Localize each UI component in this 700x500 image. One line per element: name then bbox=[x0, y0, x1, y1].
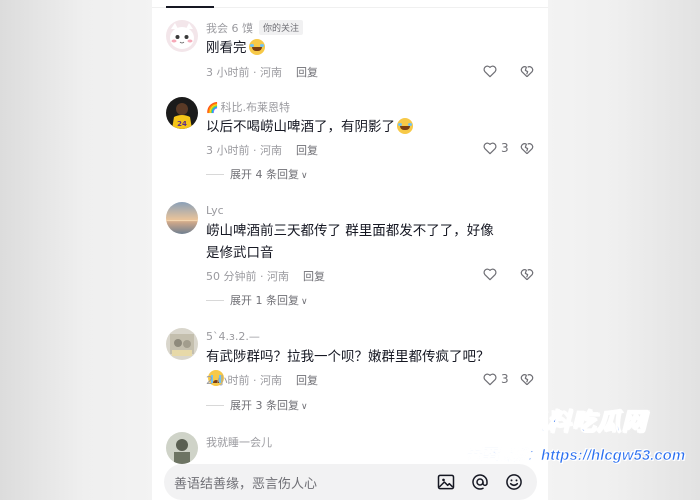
mention-icon[interactable] bbox=[469, 471, 491, 493]
follow-badge: 你的关注 bbox=[259, 20, 304, 35]
like-count: 3 bbox=[501, 141, 509, 155]
username[interactable]: 我就睡一会儿 bbox=[206, 434, 272, 450]
dislike-button[interactable] bbox=[519, 140, 535, 160]
username[interactable]: 我会 6 馍你的关注 bbox=[206, 20, 304, 36]
like-button[interactable] bbox=[482, 266, 498, 282]
dislike-button[interactable] bbox=[519, 371, 535, 391]
chevron-down-icon: ∨ bbox=[301, 171, 308, 181]
expand-replies-label[interactable]: 展开 3 条回复 bbox=[230, 399, 299, 412]
expand-replies-label[interactable]: 展开 1 条回复 bbox=[230, 294, 299, 307]
comment-meta: 3 小时前 · 河南 回复 bbox=[206, 64, 318, 80]
heart-icon bbox=[483, 65, 497, 78]
tab-indicator bbox=[166, 6, 214, 8]
username[interactable]: 🌈 科比.布莱恩特 bbox=[206, 99, 290, 115]
dislike-button[interactable] bbox=[519, 63, 535, 83]
comment-text-content: 崂山啤酒前三天都传了 群里面都发不了了，好像是修武口音 bbox=[206, 223, 494, 261]
expand-line bbox=[206, 174, 224, 175]
heart-icon bbox=[483, 142, 497, 155]
username[interactable]: Lyc bbox=[206, 204, 224, 217]
comment-text-content: 刚看完 bbox=[206, 40, 247, 56]
time-location: 50 分钟前 · 河南 bbox=[206, 270, 289, 283]
comment-text: 崂山啤酒前三天都传了 群里面都发不了了，好像是修武口音 bbox=[206, 220, 506, 264]
comment-meta: 2 小时前 · 河南 回复 bbox=[206, 372, 318, 388]
dislike-button[interactable] bbox=[519, 266, 535, 286]
avatar[interactable] bbox=[166, 20, 198, 52]
broken-heart-icon bbox=[520, 66, 534, 78]
image-icon[interactable] bbox=[435, 471, 457, 493]
avatar[interactable] bbox=[166, 202, 198, 234]
laugh-cry-emoji-icon bbox=[248, 39, 265, 55]
expand-line bbox=[206, 405, 224, 406]
time-location: 3 小时前 · 河南 bbox=[206, 66, 282, 79]
expand-line bbox=[206, 300, 224, 301]
expand-replies-button[interactable]: 展开 3 条回复 ∨ bbox=[206, 397, 308, 413]
username-text[interactable]: Lyc bbox=[206, 204, 224, 217]
username-text[interactable]: 我会 6 馍 bbox=[206, 22, 253, 35]
avatar[interactable] bbox=[166, 432, 198, 464]
comment-input-bar[interactable]: 善语结善缘，恶言伤人心 bbox=[164, 464, 537, 500]
laugh-cry-emoji-icon bbox=[397, 118, 413, 134]
emoji-icon[interactable] bbox=[503, 471, 525, 493]
broken-heart-icon bbox=[520, 374, 534, 386]
comment-text: 刚看完 bbox=[206, 37, 506, 59]
comment-meta: 50 分钟前 · 河南 回复 bbox=[206, 268, 325, 284]
username[interactable]: 5`4.з.2.— bbox=[206, 330, 260, 343]
reply-button[interactable]: 回复 bbox=[296, 144, 318, 157]
avatar[interactable]: 24 bbox=[166, 97, 198, 129]
reply-button[interactable]: 回复 bbox=[296, 66, 318, 79]
expand-replies-label[interactable]: 展开 4 条回复 bbox=[230, 168, 299, 181]
like-count: 3 bbox=[501, 372, 509, 386]
reply-button[interactable]: 回复 bbox=[303, 270, 325, 283]
chevron-down-icon: ∨ bbox=[301, 297, 308, 307]
broken-heart-icon bbox=[520, 269, 534, 281]
comment-meta: 3 小时前 · 河南 回复 bbox=[206, 142, 318, 158]
username-text[interactable]: 科比.布莱恩特 bbox=[220, 101, 290, 114]
username-text[interactable]: 我就睡一会儿 bbox=[206, 436, 272, 449]
comment-text-content: 有武陟群吗？拉我一个呗？嫩群里都传疯了吧？ bbox=[206, 349, 490, 365]
chevron-down-icon: ∨ bbox=[301, 402, 308, 412]
expand-replies-button[interactable]: 展开 4 条回复 ∨ bbox=[206, 166, 308, 182]
expand-replies-button[interactable]: 展开 1 条回复 ∨ bbox=[206, 292, 308, 308]
time-location: 3 小时前 · 河南 bbox=[206, 144, 282, 157]
like-button[interactable]: 3 bbox=[482, 371, 509, 387]
heart-icon bbox=[483, 373, 497, 386]
comment-text-content: 以后不喝崂山啤酒了，有阴影了 bbox=[206, 119, 395, 135]
username-text[interactable]: 5`4.з.2.— bbox=[206, 330, 260, 343]
comment-input[interactable]: 善语结善缘，恶言伤人心 bbox=[174, 473, 435, 492]
comment-text: 以后不喝崂山啤酒了，有阴影了 bbox=[206, 116, 506, 138]
like-button[interactable] bbox=[482, 63, 498, 79]
comment-panel: 我会 6 馍你的关注 刚看完 3 小时前 · 河南 回复 24 🌈 科比.布莱恩特 bbox=[152, 0, 548, 500]
like-button[interactable]: 3 bbox=[482, 140, 509, 156]
avatar[interactable] bbox=[166, 328, 198, 360]
svg-text:24: 24 bbox=[177, 120, 187, 128]
rainbow-icon: 🌈 bbox=[206, 103, 219, 114]
reply-button[interactable]: 回复 bbox=[296, 374, 318, 387]
broken-heart-icon bbox=[520, 143, 534, 155]
heart-icon bbox=[483, 268, 497, 281]
time-location: 2 小时前 · 河南 bbox=[206, 374, 282, 387]
